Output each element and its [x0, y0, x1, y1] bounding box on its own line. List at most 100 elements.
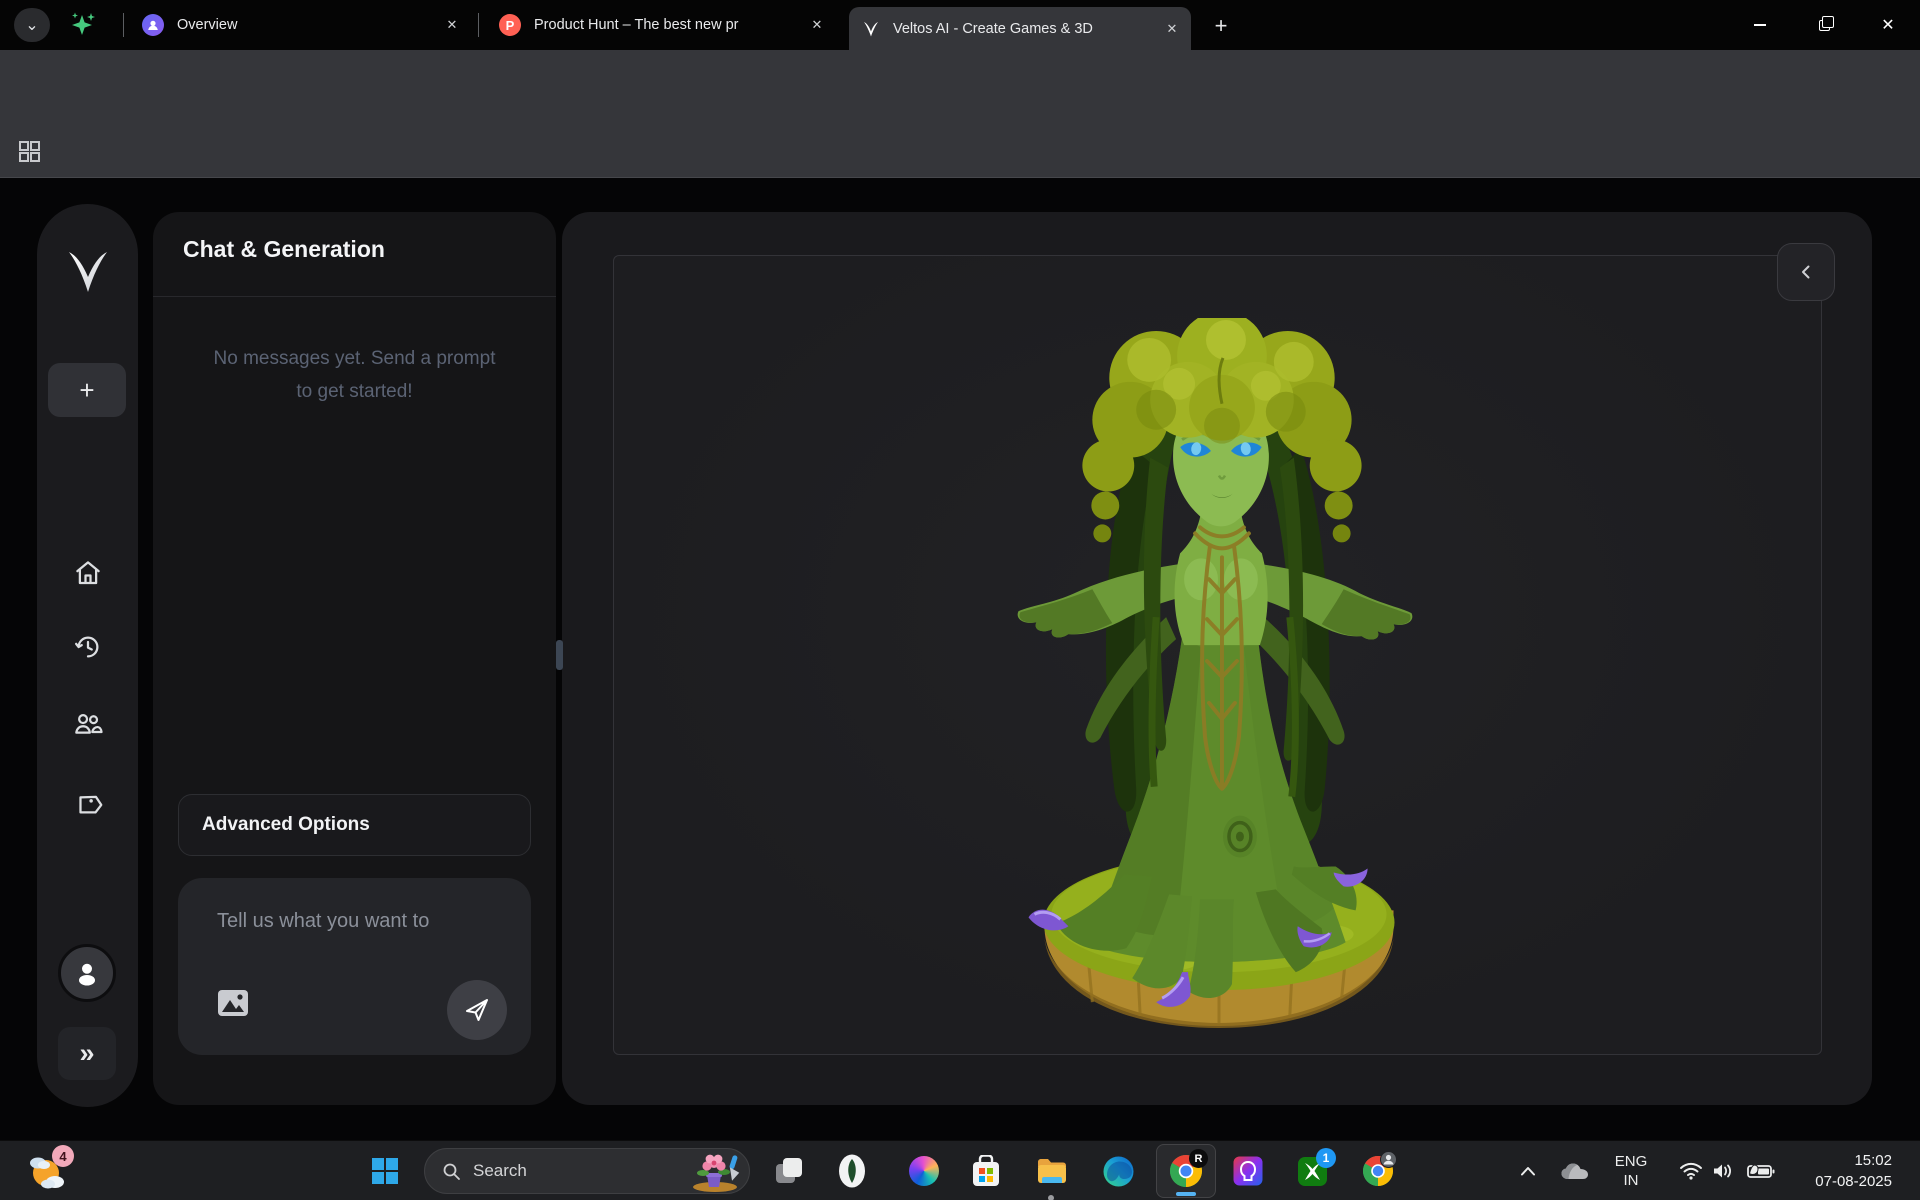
- clock-time: 15:02: [1815, 1150, 1892, 1171]
- chevron-left-icon: [1798, 264, 1814, 280]
- chevron-down-icon: ⌄: [25, 15, 38, 35]
- taskbar-clock[interactable]: 15:02 07-08-2025: [1815, 1150, 1892, 1192]
- tab-veltos-active[interactable]: Veltos AI - Create Games & 3D ✕: [849, 7, 1191, 50]
- chrome-profile-button[interactable]: [1361, 1154, 1395, 1188]
- leaf-app-icon: [838, 1154, 866, 1188]
- profile-badge-icon: [1380, 1151, 1397, 1168]
- minimize-icon: [1754, 24, 1766, 26]
- chat-panel: Chat & Generation No messages yet. Send …: [153, 212, 556, 1105]
- divider: [153, 296, 556, 297]
- new-creation-button[interactable]: +: [48, 363, 126, 417]
- ai-app-button[interactable]: [1231, 1154, 1265, 1188]
- tab-label: Product Hunt – The best new pr: [534, 17, 806, 33]
- file-explorer-icon: [1036, 1157, 1068, 1185]
- user-avatar[interactable]: [58, 944, 116, 1002]
- tab-overview[interactable]: Overview ✕: [131, 0, 471, 50]
- task-view-icon: [774, 1156, 804, 1186]
- model-viewport[interactable]: [613, 255, 1822, 1055]
- app-sidebar: + »: [37, 204, 138, 1107]
- onedrive-cloud-icon: [1560, 1161, 1590, 1181]
- close-icon[interactable]: ✕: [441, 14, 463, 36]
- battery-energy-saver-icon: [1747, 1163, 1775, 1179]
- file-explorer-button[interactable]: [1035, 1154, 1069, 1188]
- chat-empty-line2: to get started!: [153, 375, 556, 408]
- tab-separator: [478, 13, 479, 37]
- xbox-button[interactable]: 1: [1295, 1154, 1329, 1188]
- attach-image-icon[interactable]: [217, 988, 249, 1018]
- red-blue-ai-app-icon: [1233, 1156, 1263, 1186]
- start-button[interactable]: [368, 1154, 402, 1188]
- clock-date: 07-08-2025: [1815, 1171, 1892, 1192]
- browser-toolbar: veltos.ai/?tab=mycreations&creation=3d ☆…: [0, 50, 1920, 125]
- minimize-button[interactable]: [1728, 0, 1792, 50]
- chevron-up-icon: [1520, 1166, 1536, 1176]
- taskbar-search[interactable]: Search: [424, 1148, 750, 1194]
- tab-search-button[interactable]: ⌄: [14, 8, 50, 42]
- language-indicator[interactable]: ENG IN: [1607, 1141, 1655, 1200]
- product-hunt-favicon-icon: P: [499, 14, 521, 36]
- wifi-icon: [1679, 1162, 1703, 1180]
- window-close-button[interactable]: ✕: [1856, 0, 1920, 50]
- microsoft-store-button[interactable]: [969, 1154, 1003, 1188]
- volume-tray-button[interactable]: [1708, 1141, 1738, 1200]
- xbox-notification-badge: 1: [1316, 1148, 1336, 1168]
- windows-logo-icon: [371, 1157, 399, 1185]
- chrome-button[interactable]: R: [1169, 1154, 1203, 1188]
- viewport-collapse-button[interactable]: [1777, 243, 1835, 301]
- language-line1: ENG: [1607, 1152, 1655, 1171]
- explorer-running-dot: [1048, 1195, 1054, 1200]
- apps-grid-icon[interactable]: [18, 140, 41, 163]
- chat-panel-title: Chat & Generation: [183, 236, 385, 263]
- tag-icon: [73, 789, 103, 819]
- leaf-app-button[interactable]: [835, 1154, 869, 1188]
- sidebar-item-history[interactable]: [37, 632, 138, 662]
- onedrive-tray-button[interactable]: [1556, 1141, 1594, 1200]
- restore-icon: [1819, 20, 1830, 31]
- veltos-logo-icon[interactable]: [63, 246, 113, 298]
- sidebar-item-home[interactable]: [37, 558, 138, 588]
- chat-empty-state: No messages yet. Send a prompt to get st…: [153, 342, 556, 408]
- creation-panel: [562, 212, 1872, 1105]
- users-icon: [72, 709, 104, 739]
- tab-label: Veltos AI - Create Games & 3D: [893, 21, 1161, 37]
- sidebar-expand-button[interactable]: »: [58, 1027, 116, 1080]
- speaker-icon: [1712, 1162, 1734, 1180]
- language-line2: IN: [1607, 1171, 1655, 1190]
- sidebar-item-tags[interactable]: [37, 789, 138, 819]
- edge-button[interactable]: [1101, 1154, 1135, 1188]
- chrome-r-badge: R: [1189, 1149, 1208, 1168]
- restore-button[interactable]: [1792, 0, 1856, 50]
- wifi-tray-button[interactable]: [1676, 1141, 1706, 1200]
- copilot-icon: [909, 1156, 939, 1186]
- home-icon: [73, 558, 103, 588]
- battery-tray-button[interactable]: [1744, 1141, 1778, 1200]
- overview-favicon-icon: [142, 14, 164, 36]
- edge-icon: [1103, 1156, 1134, 1187]
- bookmarks-bar: [0, 125, 1920, 178]
- veltos-page: + » Chat & Generation No messages: [0, 178, 1920, 1140]
- sidebar-item-community[interactable]: [37, 709, 138, 739]
- close-icon: ✕: [1881, 15, 1894, 35]
- taskbar: 4 Search: [0, 1140, 1920, 1200]
- chrome-active-underline: [1176, 1192, 1196, 1196]
- close-icon[interactable]: ✕: [806, 14, 828, 36]
- send-plane-icon: [463, 996, 491, 1024]
- history-clock-icon: [73, 632, 103, 662]
- tab-separator: [123, 13, 124, 37]
- tab-label: Overview: [177, 17, 441, 33]
- panel-resize-handle[interactable]: [556, 640, 563, 670]
- tab-product-hunt[interactable]: P Product Hunt – The best new pr ✕: [488, 0, 836, 50]
- weather-widget[interactable]: 4: [26, 1149, 76, 1193]
- copilot-button[interactable]: [907, 1154, 941, 1188]
- prompt-input[interactable]: Tell us what you want to: [178, 878, 531, 1055]
- advanced-options-button[interactable]: Advanced Options: [178, 794, 531, 856]
- chat-empty-line1: No messages yet. Send a prompt: [153, 342, 556, 375]
- veltos-favicon-icon: [861, 19, 881, 39]
- new-tab-button[interactable]: +: [1206, 12, 1236, 40]
- screen: ⌄ Overview ✕ P Product Hunt – The best n…: [0, 0, 1920, 1200]
- task-view-button[interactable]: [772, 1154, 806, 1188]
- close-icon[interactable]: ✕: [1161, 18, 1183, 40]
- send-button[interactable]: [447, 980, 507, 1040]
- tray-expand-button[interactable]: [1514, 1141, 1542, 1200]
- dryad-3d-model: [1004, 318, 1424, 1036]
